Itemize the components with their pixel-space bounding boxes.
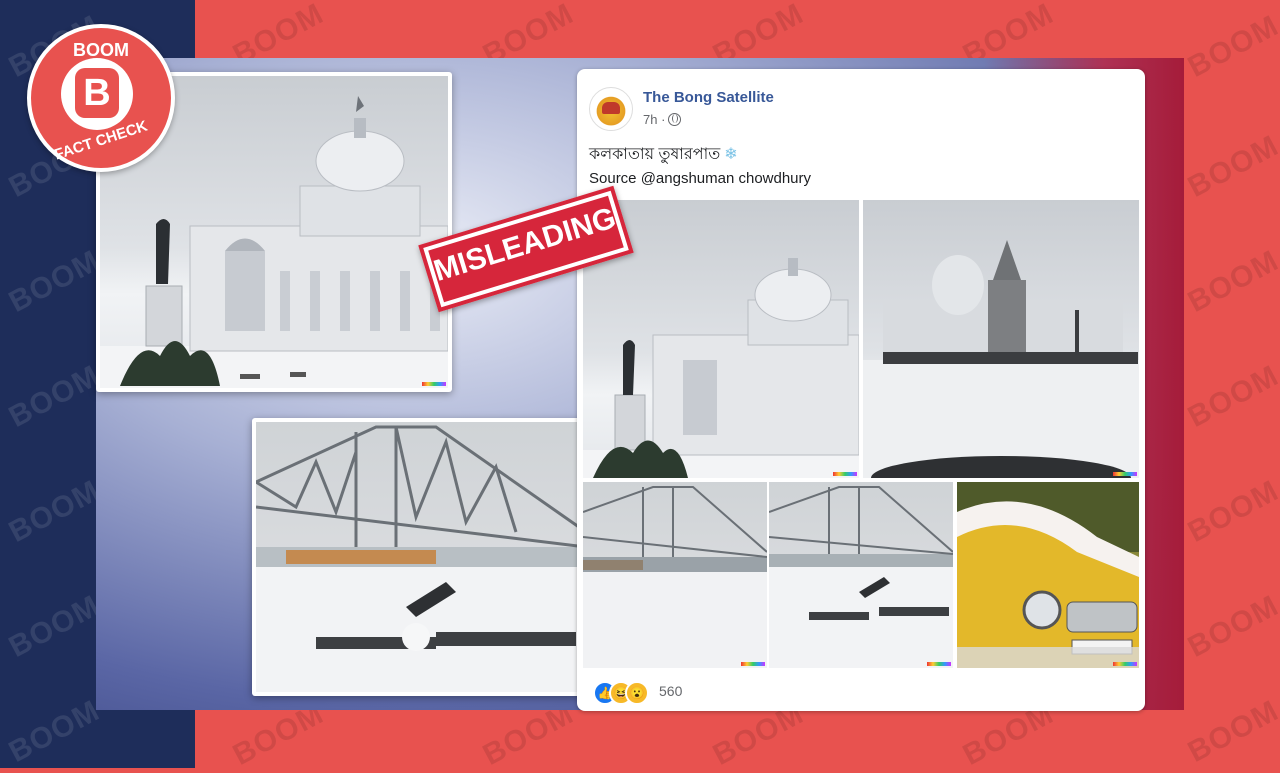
watermark-text: BOOM: [1182, 244, 1280, 319]
generator-mark-icon: [741, 662, 765, 666]
page-avatar[interactable]: [589, 87, 633, 131]
bridge-illustration: [583, 486, 767, 668]
post-timestamp[interactable]: 7h ·: [643, 112, 682, 127]
grid-image-memorial-front[interactable]: [863, 200, 1139, 478]
bridge-illustration: [256, 425, 586, 692]
post-text: কলকাতায় তুষারপাত ❄: [589, 141, 738, 168]
boom-fact-check-logo: BOOM B FACT CHECK: [27, 24, 175, 172]
facebook-post: The Bong Satellite 7h · কলকাতায় তুষারপা…: [577, 69, 1145, 711]
wow-reaction-icon: 😮: [625, 681, 649, 705]
logo-letter: B: [75, 68, 119, 118]
grid-image-bridge-debris[interactable]: [769, 482, 953, 668]
generator-mark-icon: [1113, 662, 1137, 666]
watermark-text: BOOM: [1182, 694, 1280, 769]
memorial-front-illustration: [863, 240, 1139, 478]
reaction-count: 560: [659, 683, 683, 699]
logo-badge: B: [61, 58, 133, 130]
watermark-text: BOOM: [1182, 589, 1280, 664]
watermark-text: BOOM: [1182, 129, 1280, 204]
grid-image-taxi[interactable]: [957, 482, 1139, 668]
generator-mark-icon: [833, 472, 857, 476]
post-source: Source @angshuman chowdhury: [589, 170, 812, 187]
snowflake-icon: ❄: [724, 146, 738, 163]
watermark-text: BOOM: [1182, 359, 1280, 434]
post-time-text: 7h ·: [643, 112, 666, 127]
taxi-illustration: [957, 482, 1139, 668]
generator-mark-icon: [927, 662, 951, 666]
grid-image-bridge-wide[interactable]: [583, 482, 767, 668]
globe-icon: [668, 113, 682, 126]
post-text-bengali: কলকাতায় তুষারপাত: [589, 146, 721, 163]
generator-mark-icon: [422, 382, 446, 386]
page-name-link[interactable]: The Bong Satellite: [643, 89, 774, 106]
watermark-text: BOOM: [1182, 474, 1280, 549]
generator-mark-icon: [1113, 472, 1137, 476]
bridge-photo-card: [252, 418, 590, 696]
bridge-debris-illustration: [769, 486, 953, 668]
bridge-photo: [256, 422, 586, 692]
santa-hat-icon: [602, 102, 620, 114]
watermark-text: BOOM: [1182, 9, 1280, 84]
